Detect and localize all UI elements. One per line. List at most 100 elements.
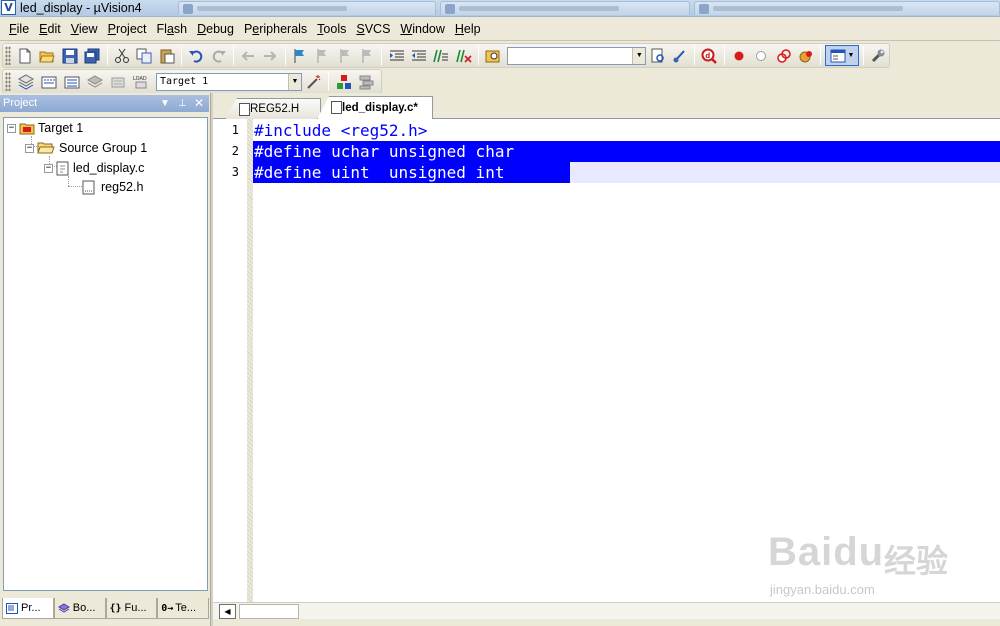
arrow-left-icon: [241, 50, 254, 61]
background-window-tab[interactable]: [440, 1, 690, 15]
tree-label-source-group[interactable]: Source Group 1: [59, 141, 147, 155]
target-select[interactable]: Target 1 ▼: [156, 72, 302, 91]
wrench-icon: [871, 49, 885, 62]
paste-button[interactable]: [156, 45, 176, 66]
horizontal-scrollbar[interactable]: ◀: [213, 602, 1000, 619]
tree-label-source-file[interactable]: led_display.c: [73, 161, 144, 175]
line-number: 1: [231, 123, 239, 137]
unindent-button[interactable]: [409, 45, 429, 66]
tab-templates[interactable]: 0→ Te...: [157, 598, 209, 619]
editor-area: REG52.H led_display.c* 1 2 3 #include <r…: [213, 93, 1000, 626]
tab-project[interactable]: Pr...: [2, 598, 54, 619]
background-window-tab[interactable]: [178, 1, 436, 15]
tab-books[interactable]: Bo...: [53, 598, 106, 619]
menu-item[interactable]: Edit: [34, 17, 66, 41]
code-line-selected[interactable]: #define uint unsigned int: [253, 162, 570, 183]
menu-item[interactable]: SVCS: [351, 17, 395, 41]
insert-breakpoint-button[interactable]: [729, 45, 749, 66]
toolbar-grip[interactable]: [5, 46, 11, 65]
tree-item-target[interactable]: − Target 1: [7, 119, 83, 137]
debug-magnifier-icon: d: [701, 48, 718, 64]
find-combo[interactable]: ▼: [506, 46, 647, 65]
menu-item[interactable]: File: [4, 17, 34, 41]
open-file-button[interactable]: [37, 45, 57, 66]
previous-bookmark-button[interactable]: [312, 45, 332, 66]
select-packs-button[interactable]: [356, 71, 377, 92]
tree-item-header-file[interactable]: reg52.h: [82, 178, 143, 196]
insert-bookmark-button[interactable]: [290, 45, 310, 66]
background-window-tab[interactable]: [694, 1, 1000, 15]
enable-breakpoint-button[interactable]: [751, 45, 771, 66]
build-button[interactable]: [38, 71, 59, 92]
find-in-files-button[interactable]: [483, 45, 503, 66]
translate-button[interactable]: [15, 71, 36, 92]
next-bookmark-button[interactable]: [335, 45, 355, 66]
batch-build-icon: [86, 74, 103, 88]
pin-icon[interactable]: ⊥: [178, 95, 187, 112]
collapse-toggle-icon[interactable]: −: [7, 123, 16, 133]
arrow-right-icon: [264, 50, 277, 61]
scrollbar-thumb[interactable]: [239, 604, 299, 619]
navigate-forward-button[interactable]: [260, 45, 280, 66]
manage-components-button[interactable]: [333, 71, 354, 92]
code-line-selected[interactable]: #define uchar unsigned char: [253, 141, 1000, 162]
menu-item[interactable]: Tools: [312, 17, 351, 41]
download-button[interactable]: LOAD: [130, 71, 151, 92]
uncomment-icon: [456, 49, 472, 63]
uncomment-button[interactable]: [454, 45, 474, 66]
tree-item-source-file[interactable]: − led_display.c: [44, 159, 144, 177]
chevron-down-icon[interactable]: ▼: [632, 47, 646, 64]
kill-all-breakpoints-button[interactable]: [796, 45, 816, 66]
tree-label-header-file[interactable]: reg52.h: [101, 180, 143, 194]
code-editor[interactable]: #include <reg52.h> #define uchar unsigne…: [253, 119, 1000, 602]
target-options-button[interactable]: [303, 71, 324, 92]
window-layout-button[interactable]: ▼: [825, 45, 859, 66]
batch-build-button[interactable]: [84, 71, 105, 92]
tree-item-source-group[interactable]: − Source Group 1: [25, 139, 147, 157]
navigate-back-button[interactable]: [238, 45, 258, 66]
panel-menu-icon[interactable]: ▼: [160, 95, 170, 112]
paste-icon: [160, 49, 175, 63]
tree-label-target[interactable]: Target 1: [38, 121, 83, 135]
bookmark-clear-icon: [362, 48, 372, 63]
indent-button[interactable]: [386, 45, 406, 66]
tab-functions[interactable]: {} Fu...: [105, 598, 158, 619]
find-button[interactable]: [647, 45, 667, 66]
menu-item[interactable]: Debug: [192, 17, 239, 41]
menu-item[interactable]: View: [66, 17, 103, 41]
menu-item[interactable]: Flash: [152, 17, 193, 41]
target-select-value[interactable]: Target 1: [157, 76, 288, 87]
tab-label: Bo...: [72, 602, 96, 614]
menu-item[interactable]: Project: [103, 17, 152, 41]
editor-tab-reg52[interactable]: REG52.H: [225, 98, 321, 119]
collapse-toggle-icon[interactable]: −: [44, 163, 53, 173]
components-icon: [336, 74, 351, 89]
toolbar-grip[interactable]: [5, 72, 11, 91]
debug-session-button[interactable]: d: [699, 45, 719, 66]
disable-all-breakpoints-button[interactable]: [774, 45, 794, 66]
comment-button[interactable]: [431, 45, 451, 66]
clear-bookmarks-button[interactable]: [357, 45, 377, 66]
toolbar-separator: [328, 72, 329, 91]
code-line[interactable]: #include <reg52.h>: [253, 120, 427, 141]
undo-button[interactable]: [186, 45, 206, 66]
redo-button[interactable]: [208, 45, 228, 66]
incremental-find-button[interactable]: [670, 45, 690, 66]
scroll-left-button[interactable]: ◀: [219, 604, 236, 619]
new-file-button[interactable]: [15, 45, 35, 66]
close-icon[interactable]: ✕: [194, 95, 204, 112]
editor-tab-led-display[interactable]: led_display.c*: [317, 96, 433, 119]
chevron-down-icon[interactable]: ▼: [288, 73, 301, 90]
menu-item[interactable]: Peripherals: [239, 17, 312, 41]
save-all-button[interactable]: [82, 45, 102, 66]
stop-build-button[interactable]: [107, 71, 128, 92]
menu-item[interactable]: Help: [450, 17, 486, 41]
configure-button[interactable]: [868, 45, 888, 66]
collapse-toggle-icon[interactable]: −: [25, 143, 34, 153]
save-button[interactable]: [60, 45, 80, 66]
rebuild-button[interactable]: [61, 71, 82, 92]
breakpoints-pair-icon: [777, 48, 791, 63]
cut-button[interactable]: [112, 45, 132, 66]
menu-item[interactable]: Window: [395, 17, 449, 41]
copy-button[interactable]: [134, 45, 154, 66]
